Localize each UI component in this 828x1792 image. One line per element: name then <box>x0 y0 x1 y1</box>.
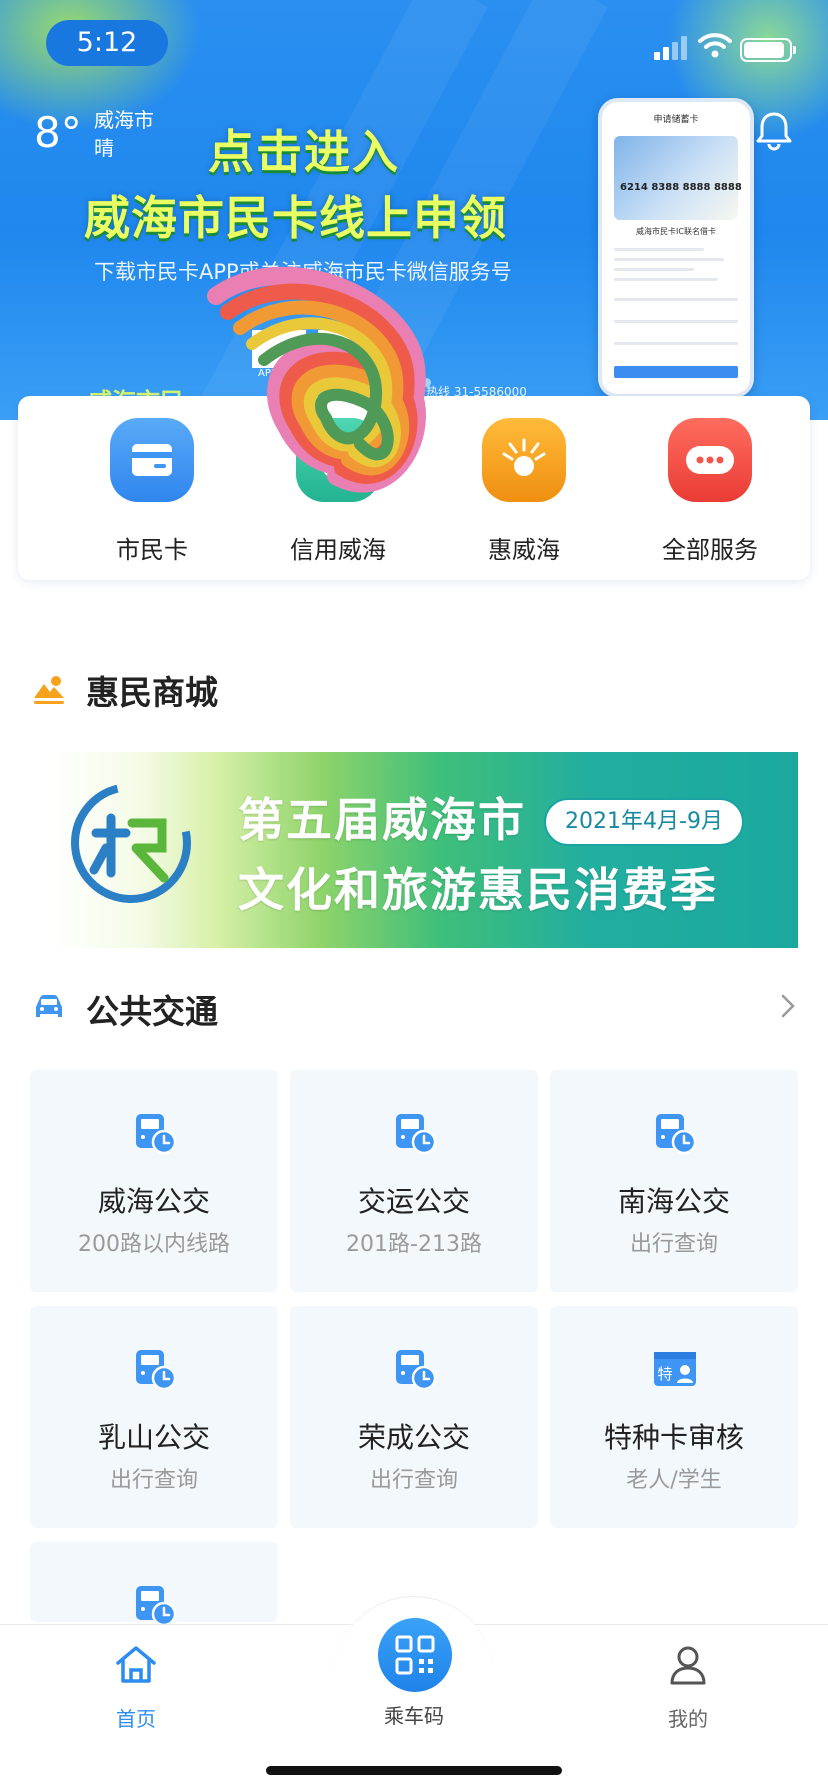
section-title-mall: 惠民商城 <box>86 673 218 712</box>
transit-tile-name: 特种卡审核 <box>603 1421 744 1454</box>
transit-tile[interactable]: 交运公交 201路-213路 <box>290 1070 538 1292</box>
mall-banner-line-1: 第五届威海市 <box>238 793 526 847</box>
transit-tile-name: 交运公交 <box>357 1185 470 1218</box>
more-dots-icon <box>668 418 752 502</box>
bus-clock-icon <box>136 1586 177 1627</box>
travel-logo-icon <box>71 783 191 903</box>
mall-banner-date: 2021年4月-9月 <box>544 798 744 846</box>
car-icon <box>36 995 62 1017</box>
tab-ride-code-label: 乘车码 <box>384 1704 444 1728</box>
card-icon <box>110 418 194 502</box>
transit-tile-subtitle: 出行查询 <box>369 1468 458 1493</box>
tab-home[interactable]: 首页 <box>76 1641 196 1732</box>
transit-tile[interactable]: 威海公交 200路以内线路 <box>30 1070 278 1292</box>
weather-temperature: 8° <box>34 108 82 157</box>
wifi-icon <box>698 33 732 58</box>
home-indicator <box>266 1766 562 1775</box>
transit-tile[interactable]: 荣成公交 出行查询 <box>290 1306 538 1528</box>
status-time: 5:12 <box>46 20 168 66</box>
sunburst-icon <box>482 418 566 502</box>
tab-mine[interactable]: 我的 <box>628 1641 748 1732</box>
transit-tile[interactable]: 乳山公交 出行查询 <box>30 1306 278 1528</box>
bus-clock-icon <box>656 1114 697 1155</box>
transit-tile-subtitle: 出行查询 <box>109 1468 198 1493</box>
transit-tile[interactable] <box>30 1542 278 1627</box>
tab-ride-code[interactable] <box>378 1618 452 1692</box>
bell-icon[interactable] <box>752 108 796 152</box>
bus-clock-icon <box>396 1114 437 1155</box>
mall-banner-line-2: 文化和旅游惠民消费季 <box>238 863 718 917</box>
qr-code-icon <box>395 1635 435 1675</box>
weather-city: 威海市 <box>94 108 154 132</box>
transit-tile[interactable]: 南海公交 出行查询 <box>550 1070 798 1292</box>
transit-tile-name: 威海公交 <box>97 1185 210 1218</box>
svg-text:特: 特 <box>657 1365 672 1383</box>
battery-icon <box>740 38 796 62</box>
bus-clock-icon <box>136 1114 177 1155</box>
qr-code-icon <box>318 330 372 368</box>
carousel-indicator <box>350 378 434 388</box>
service-credit-weihai[interactable]: 信用威海 <box>254 418 422 564</box>
transit-tile[interactable]: 特特种卡审核老人/学生 <box>550 1306 798 1528</box>
transit-tile-name: 荣成公交 <box>357 1421 470 1454</box>
bus-clock-icon <box>396 1350 437 1391</box>
banner-subtitle: 下载市民卡APP或关注威海市民卡微信服务号 <box>94 260 512 284</box>
service-citizen-card[interactable]: 市民卡 <box>68 418 236 564</box>
service-hui-weihai[interactable]: 惠威海 <box>440 418 608 564</box>
home-icon <box>116 1646 156 1683</box>
weather-condition: 晴 <box>94 136 114 160</box>
quick-services-card: 市民卡 信用威海 惠威海 全部服务 <box>18 396 810 580</box>
transit-tile-subtitle: 201路-213路 <box>346 1232 482 1257</box>
transit-tile-name: 南海公交 <box>617 1185 730 1218</box>
qr-label: APP下载 <box>258 368 297 379</box>
service-all-services[interactable]: 全部服务 <box>626 418 794 564</box>
banner-headline: 点击进入 <box>208 125 400 179</box>
phone-mockup: 申请储蓄卡 6214 8388 8888 8888 威海市民卡IC联名借卡 <box>598 98 754 398</box>
qr-label: 微信服务号 <box>318 368 368 379</box>
transit-tile-subtitle: 200路以内线路 <box>78 1232 230 1257</box>
mountain-sun-icon <box>34 676 64 704</box>
section-title-transit: 公共交通 <box>86 992 218 1031</box>
banner-headline-2: 威海市民卡线上申领 <box>84 191 507 245</box>
user-icon <box>670 1646 706 1685</box>
transit-tile-subtitle: 出行查询 <box>629 1232 718 1257</box>
cellular-signal-icon <box>654 34 690 60</box>
bus-clock-icon <box>136 1350 177 1391</box>
special-card-icon: 特 <box>654 1352 696 1386</box>
chevron-right-icon[interactable] <box>778 992 798 1020</box>
shield-check-icon <box>296 418 380 502</box>
top-banner[interactable]: 5:12 8° 威海市 晴 点击进入 威海市民卡线上申领 下载市民卡APP或关注… <box>0 0 828 420</box>
qr-code-icon <box>252 330 306 368</box>
transit-tile-subtitle: 老人/学生 <box>626 1468 722 1493</box>
mall-promo-banner[interactable]: 第五届威海市 文化和旅游惠民消费季 2021年4月-9月 <box>52 752 798 948</box>
transit-tile-name: 乳山公交 <box>97 1421 210 1454</box>
